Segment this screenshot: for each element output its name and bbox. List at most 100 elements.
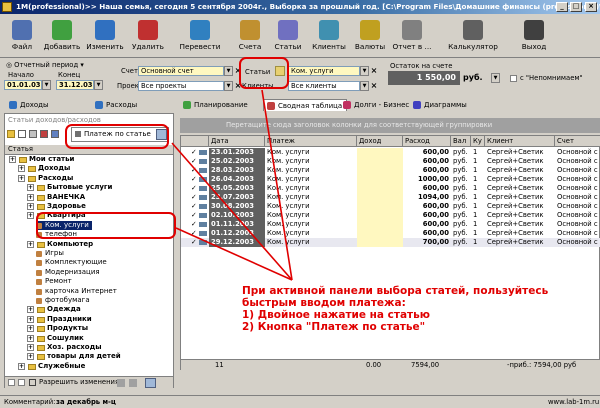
expand-icon[interactable]: +: [27, 212, 34, 220]
expand-icon[interactable]: +: [18, 362, 25, 370]
tree-item[interactable]: карточка Интернет: [36, 287, 117, 296]
tree-item[interactable]: телефон: [36, 230, 77, 239]
toolbar-edit-button[interactable]: Изменить: [84, 16, 126, 56]
toolbar-calculator-button[interactable]: Калькулятор: [436, 16, 510, 56]
tab-4[interactable]: Долги - Бизнес: [340, 99, 409, 111]
tree-item[interactable]: + Здоровье: [27, 202, 86, 211]
tree-item[interactable]: Модернизация: [36, 268, 100, 277]
tree-item[interactable]: Ремонт: [36, 277, 72, 286]
table-row[interactable]: ✓ 02.10.2003 Ком. услуги 600,00 руб. 1 Сергей+…: [181, 211, 600, 220]
table-row[interactable]: ✓ 25.05.2003 Ком. услуги 600,00 руб. 1 Сергей+…: [181, 184, 600, 193]
delete-item-icon[interactable]: [40, 130, 48, 138]
tree-item[interactable]: + Доходы: [18, 164, 70, 173]
end-date-dropdown[interactable]: ▼: [94, 80, 103, 90]
expand-icon[interactable]: +: [27, 353, 34, 361]
end-date-field[interactable]: 31.12.03: [56, 80, 94, 90]
grid-select-column[interactable]: [181, 136, 209, 147]
table-row[interactable]: ✓ 30.08.2003 Ком. услуги 600,00 руб. 1 Сергей+…: [181, 202, 600, 211]
column-header[interactable]: Дата: [209, 136, 265, 147]
period-dropdown[interactable]: ◎ Отчетный период ▾: [6, 61, 84, 69]
tab-5[interactable]: Диаграммы: [410, 99, 467, 111]
tree-item[interactable]: + товары для детей: [27, 352, 121, 361]
toolbar-report-button[interactable]: Отчет в ...: [390, 16, 434, 56]
table-row[interactable]: ✓ 29.12.2003 Ком. услуги 700,00 руб. 1 Сергей+…: [181, 238, 600, 247]
table-row[interactable]: ✓ 01.12.2003 Ком. услуги 600,00 руб. 1 Сергей+…: [181, 229, 600, 238]
tab-1[interactable]: Расходы: [92, 99, 137, 111]
expand-icon[interactable]: +: [27, 240, 34, 248]
project-dropdown[interactable]: ▼: [224, 81, 233, 91]
close-window-button[interactable]: ×: [585, 2, 597, 12]
account-dropdown[interactable]: ▼: [224, 66, 233, 76]
toolbar-add-button[interactable]: Добавить: [40, 16, 84, 56]
toolbar-accounts-button[interactable]: Счета: [232, 16, 268, 56]
tree-item[interactable]: + Продукты: [27, 324, 88, 333]
toolbar-transfer-button[interactable]: Перевести: [170, 16, 230, 56]
new-item-icon[interactable]: [18, 130, 26, 138]
panel-view-icon[interactable]: [145, 378, 156, 388]
expand-icon[interactable]: +: [18, 174, 25, 182]
table-row[interactable]: ✓ 28.03.2003 Ком. услуги 600,00 руб. 1 Сергей+…: [181, 166, 600, 175]
filter-icon[interactable]: [51, 130, 59, 138]
column-header[interactable]: Расход: [403, 136, 451, 147]
minimize-button[interactable]: _: [556, 2, 568, 12]
table-row[interactable]: ✓ 26.04.2003 Ком. услуги 1000,00 руб. 1 Сергей…: [181, 175, 600, 184]
tab-3[interactable]: Сводная таблица: [263, 99, 348, 111]
expand-icon[interactable]: +: [27, 193, 34, 201]
table-row[interactable]: ✓ 25.02.2003 Ком. услуги 600,00 руб. 1 Сергей+…: [181, 157, 600, 166]
tree-item[interactable]: + Праздники: [27, 315, 92, 324]
payment-by-article-button[interactable]: Платеж по статье: [71, 127, 169, 142]
table-row[interactable]: ✓ 23.01.2003 Ком. услуги 600,00 руб. 1 Сергей+…: [181, 148, 600, 157]
expand-icon[interactable]: +: [27, 334, 34, 342]
account-field[interactable]: Основной счет: [138, 66, 224, 76]
start-date-dropdown[interactable]: ▼: [42, 80, 51, 90]
column-header[interactable]: Счет: [555, 136, 600, 147]
expand-icon[interactable]: +: [18, 165, 25, 173]
tree-item[interactable]: фотобумага: [36, 296, 90, 305]
tree-item[interactable]: + Служебные: [18, 362, 85, 371]
expand-icon[interactable]: +: [27, 315, 34, 323]
tree-item[interactable]: + Квартира: [27, 211, 86, 220]
tree-item[interactable]: + Расходы: [18, 174, 73, 183]
tab-0[interactable]: Доходы: [6, 99, 49, 111]
account-clear-button[interactable]: ×: [233, 66, 243, 76]
clients-clear-button[interactable]: ×: [369, 81, 379, 91]
toolbar-clients-button[interactable]: Клиенты: [308, 16, 350, 56]
expand-icon[interactable]: +: [9, 156, 16, 163]
articles-picker-icon[interactable]: [275, 66, 285, 76]
tree-item[interactable]: + Бытовые услуги: [27, 183, 112, 192]
currency-dropdown[interactable]: ▼: [491, 73, 500, 83]
tree-item[interactable]: + Компьютер: [27, 240, 93, 249]
tree-item[interactable]: Игры: [36, 249, 64, 258]
clients-dropdown[interactable]: ▼: [360, 81, 369, 91]
table-row[interactable]: ✓ 01.11.2003 Ком. услуги 600,00 руб. 1 Сергей+…: [181, 220, 600, 229]
column-header[interactable]: Вал: [451, 136, 471, 147]
tree-item[interactable]: Комплектующие: [36, 258, 107, 267]
articles-dropdown[interactable]: ▼: [360, 66, 369, 76]
toolbar-exit-button[interactable]: Выход: [512, 16, 556, 56]
project-field[interactable]: Все проекты: [138, 81, 224, 91]
toolbar-delete-button[interactable]: Удалить: [126, 16, 170, 56]
tree-item[interactable]: + Сошулик: [27, 334, 84, 343]
panel-footer-icon-2[interactable]: [18, 379, 25, 386]
tree-item[interactable]: + ВАНЕЧКА: [27, 193, 85, 202]
toolbar-currency-button[interactable]: Валюты: [352, 16, 388, 56]
expand-icon[interactable]: +: [27, 203, 34, 210]
articles-clear-button[interactable]: ×: [369, 66, 379, 76]
expand-icon[interactable]: +: [27, 306, 34, 314]
expand-icon[interactable]: +: [27, 344, 34, 351]
start-date-field[interactable]: 01.01.03: [4, 80, 42, 90]
tab-2[interactable]: Планирование: [180, 99, 248, 111]
edit-item-icon[interactable]: [29, 130, 37, 138]
allow-changes-checkbox[interactable]: [29, 379, 36, 386]
expand-icon[interactable]: +: [27, 184, 34, 192]
unmemorable-checkbox[interactable]: [510, 75, 517, 82]
clients-field[interactable]: Все клиенты: [288, 81, 360, 91]
toolbar-file-button[interactable]: Файл: [4, 16, 40, 56]
column-header[interactable]: Доход: [357, 136, 403, 147]
column-header[interactable]: Ку: [471, 136, 485, 147]
panel-nav-right-icon[interactable]: [129, 379, 137, 387]
column-header[interactable]: Платеж: [265, 136, 357, 147]
toolbar-articles-button[interactable]: Статьи: [270, 16, 306, 56]
tree-item[interactable]: + Хоз. расходы: [27, 343, 102, 352]
tree-item[interactable]: Ком. услуги: [36, 220, 92, 230]
